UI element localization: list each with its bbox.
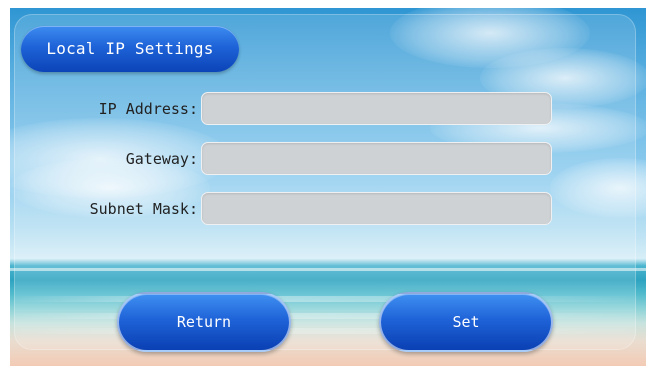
ip-address-label: IP Address: [98, 100, 198, 118]
set-button[interactable]: Set [379, 292, 553, 352]
return-button[interactable]: Return [117, 292, 291, 352]
gateway-field[interactable] [201, 142, 552, 175]
page-title: Local IP Settings [21, 26, 239, 72]
subnet-mask-field[interactable] [201, 192, 552, 225]
gateway-label: Gateway: [125, 150, 198, 168]
ip-address-field[interactable] [201, 92, 552, 125]
subnet-mask-label: Subnet Mask: [89, 200, 198, 218]
